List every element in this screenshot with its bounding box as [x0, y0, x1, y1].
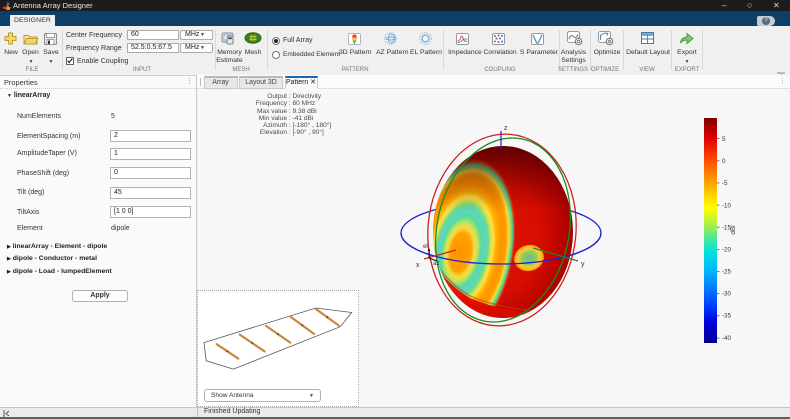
svg-text:5: 5 [722, 136, 726, 143]
svg-text:y: y [581, 261, 585, 268]
svg-text:0: 0 [722, 158, 726, 165]
svg-text:-35: -35 [722, 313, 732, 320]
svg-text:az: az [433, 261, 439, 267]
svg-text:-5: -5 [722, 180, 728, 187]
svg-text:-40: -40 [722, 335, 732, 342]
svg-text:-30: -30 [722, 291, 732, 298]
svg-text:-25: -25 [722, 269, 732, 276]
svg-text:el: el [423, 244, 428, 250]
svg-text:-10: -10 [722, 203, 732, 210]
svg-text:x: x [416, 262, 420, 269]
svg-text:dBi: dBi [730, 226, 737, 235]
svg-text:-20: -20 [722, 247, 732, 254]
svg-text:z: z [504, 125, 508, 132]
